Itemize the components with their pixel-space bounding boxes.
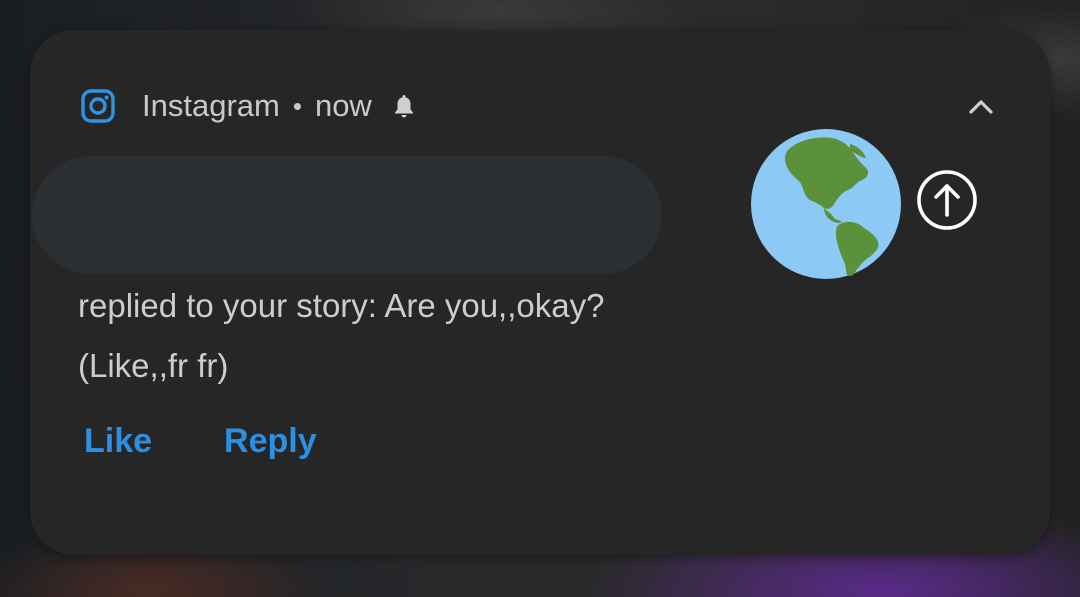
notification-card[interactable]: Instagram • now replied to your story: A…	[30, 30, 1050, 555]
earth-globe-americas-icon	[751, 129, 901, 279]
bell-icon	[394, 95, 413, 118]
chevron-up-icon[interactable]	[966, 94, 996, 118]
message-line-2: (Like,,fr fr)	[78, 347, 229, 384]
arrow-up-circle-icon[interactable]	[916, 169, 978, 231]
notification-actions: Like Reply	[84, 422, 317, 461]
redacted-sender-name	[32, 156, 662, 274]
notification-message: replied to your story: Are you,,okay? (L…	[78, 276, 758, 396]
app-name: Instagram	[142, 88, 280, 123]
like-button[interactable]: Like	[84, 422, 152, 461]
reply-button[interactable]: Reply	[224, 422, 317, 461]
notification-time: now	[314, 88, 372, 123]
message-line-1: replied to your story: Are you,,okay?	[78, 287, 605, 324]
notification-header: Instagram • now	[80, 86, 416, 126]
instagram-icon	[81, 89, 115, 123]
header-separator: •	[292, 91, 302, 121]
